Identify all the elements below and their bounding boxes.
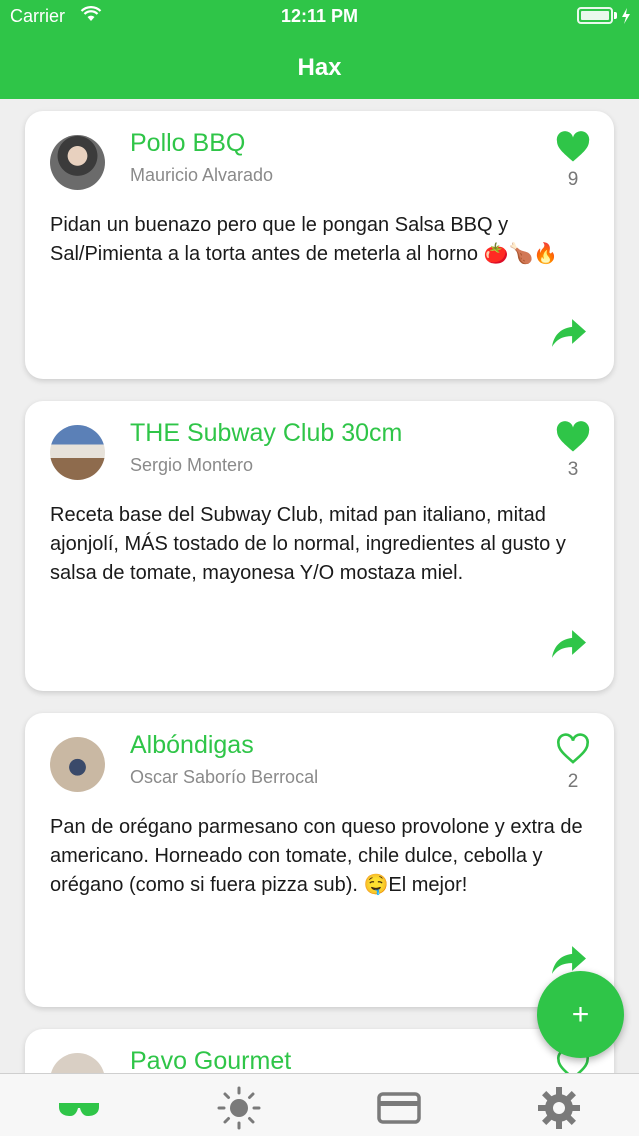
post-body: Pidan un buenazo pero que le pongan Sals… bbox=[50, 214, 559, 265]
post-author: Mauricio Alvarado bbox=[130, 165, 274, 185]
post-body: Pan de orégano parmesano con queso provo… bbox=[50, 816, 583, 896]
like-count: 9 bbox=[567, 169, 579, 190]
status-time: 12:11 PM bbox=[280, 6, 359, 26]
avatar[interactable] bbox=[50, 425, 105, 480]
share-icon[interactable] bbox=[550, 627, 588, 661]
post-title[interactable]: THE Subway Club 30cm bbox=[130, 419, 402, 448]
like-count: 2 bbox=[567, 771, 579, 792]
post-title[interactable]: Pavo Gourmet bbox=[130, 1047, 291, 1076]
post-author: Sergio Montero bbox=[130, 455, 254, 475]
tab-bar bbox=[0, 1073, 639, 1136]
like-button[interactable]: 3 bbox=[554, 421, 592, 481]
post-title[interactable]: Pollo BBQ bbox=[130, 129, 245, 158]
post-card[interactable]: THE Subway Club 30cm Sergio Montero 3 Re… bbox=[25, 401, 614, 691]
navigation-header: Carrier 12:11 PM Hax bbox=[0, 0, 639, 99]
page-title: Hax bbox=[297, 54, 342, 81]
post-body: Receta base del Subway Club, mitad pan i… bbox=[50, 504, 566, 584]
share-icon[interactable] bbox=[550, 316, 588, 350]
sunglasses-icon[interactable] bbox=[57, 1086, 101, 1130]
plus-icon: + bbox=[571, 997, 590, 1031]
like-button[interactable]: 9 bbox=[554, 131, 592, 191]
like-button[interactable]: 2 bbox=[554, 733, 592, 793]
add-post-button[interactable]: + bbox=[537, 971, 624, 1058]
status-bar: Carrier 12:11 PM bbox=[0, 0, 639, 34]
sun-icon[interactable] bbox=[217, 1086, 261, 1130]
post-title[interactable]: Albóndigas bbox=[130, 731, 254, 760]
avatar[interactable] bbox=[50, 737, 105, 792]
post-card[interactable]: Albóndigas Oscar Saborío Berrocal 2 Pan … bbox=[25, 713, 614, 1007]
heart-filled-icon bbox=[556, 421, 590, 452]
heart-outline-icon bbox=[557, 733, 589, 764]
heart-filled-icon bbox=[556, 131, 590, 162]
post-card[interactable]: Pollo BBQ Mauricio Alvarado 9 Pidan un b… bbox=[25, 111, 614, 379]
avatar[interactable] bbox=[50, 135, 105, 190]
like-count: 3 bbox=[567, 459, 579, 480]
gear-icon[interactable] bbox=[537, 1086, 581, 1130]
post-author: Oscar Saborío Berrocal bbox=[130, 767, 319, 787]
credit-card-icon[interactable] bbox=[377, 1086, 421, 1130]
battery-icon bbox=[577, 7, 631, 24]
